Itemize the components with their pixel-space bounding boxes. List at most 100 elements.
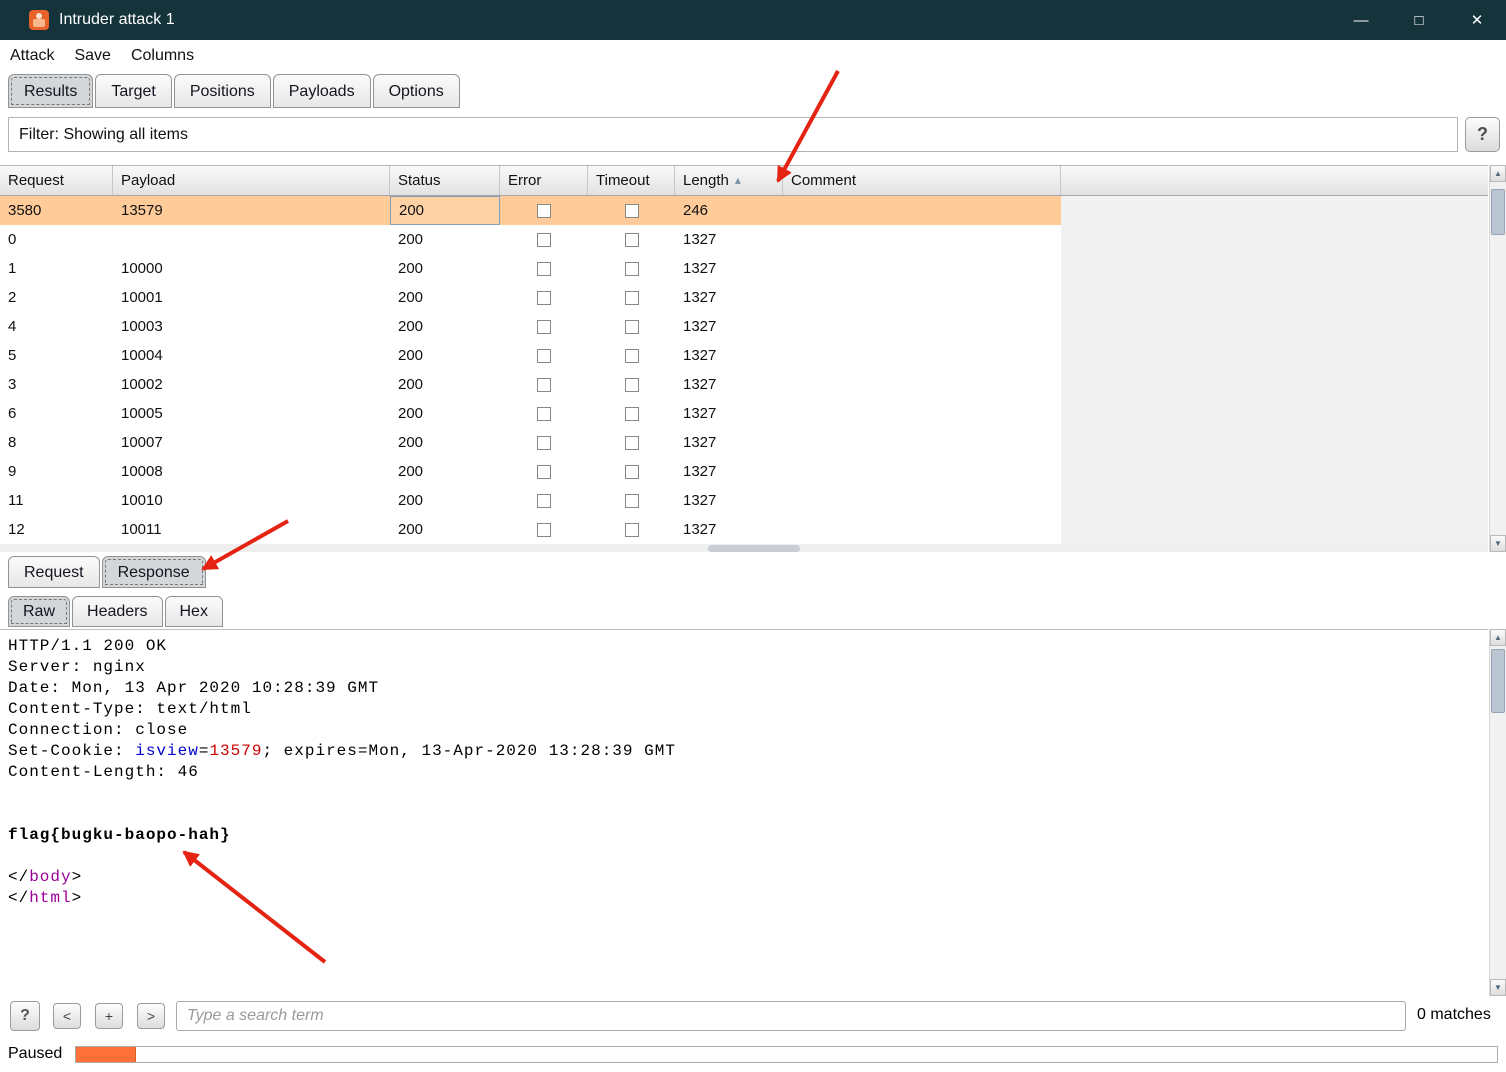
scroll-down-icon[interactable]: ▼ [1490,979,1506,996]
cell-comment [783,254,1061,283]
error-checkbox[interactable] [537,203,551,218]
menu-save[interactable]: Save [64,40,120,72]
split-divider-grip[interactable] [708,545,800,552]
cell-timeout [588,283,675,312]
tab-headers[interactable]: Headers [72,596,163,627]
error-checkbox[interactable] [537,261,551,276]
cell-status: 200 [398,289,424,306]
cell-request: 4 [8,318,17,335]
cell-status: 200 [398,318,424,335]
timeout-checkbox[interactable] [624,435,639,450]
scroll-down-icon[interactable]: ▼ [1490,535,1506,552]
cell-error [500,283,588,312]
timeout-checkbox[interactable] [624,464,639,479]
response-line: Set-Cookie: isview=13579; expires=Mon, 1… [8,742,676,760]
result-row[interactable]: 4 10003 200 1327 [0,312,1061,341]
scroll-up-icon[interactable]: ▲ [1490,629,1506,646]
result-row[interactable]: 8 10007 200 1327 [0,428,1061,457]
maximize-button[interactable]: □ [1390,0,1448,40]
cell-length: 1327 [683,347,717,364]
error-checkbox[interactable] [537,348,551,363]
cell-request: 2 [8,289,17,306]
result-row[interactable]: 1 10000 200 1327 [0,254,1061,283]
result-row[interactable]: 3580 13579 200 246 [0,196,1061,225]
response-body[interactable]: HTTP/1.1 200 OK Server: nginx Date: Mon, 1… [0,629,1488,996]
minimize-button[interactable]: — [1332,0,1390,40]
timeout-checkbox[interactable] [624,232,639,247]
error-checkbox[interactable] [537,435,551,450]
response-scrollbar[interactable]: ▲ ▼ [1489,629,1506,996]
error-checkbox[interactable] [537,290,551,305]
timeout-checkbox[interactable] [624,522,639,537]
table-scrollbar-thumb[interactable] [1491,189,1505,235]
result-row[interactable]: 6 10005 200 1327 [0,399,1061,428]
tab-request[interactable]: Request [8,556,100,588]
result-row[interactable]: 3 10002 200 1327 [0,370,1061,399]
result-row[interactable]: 0 200 1327 [0,225,1061,254]
tab-options[interactable]: Options [372,74,460,108]
timeout-checkbox[interactable] [624,261,639,276]
cell-request: 3 [8,376,17,393]
cell-timeout [588,399,675,428]
search-previous-button[interactable]: < [53,1003,81,1029]
error-checkbox[interactable] [537,319,551,334]
result-row[interactable]: 11 10010 200 1327 [0,486,1061,515]
search-add-button[interactable]: + [95,1003,123,1029]
close-button[interactable]: ✕ [1448,0,1506,40]
scroll-up-icon[interactable]: ▲ [1490,165,1506,182]
column-header-status[interactable]: Status [390,166,500,195]
response-scrollbar-thumb[interactable] [1491,649,1505,713]
column-header-request[interactable]: Request [0,166,113,195]
timeout-checkbox[interactable] [624,203,639,218]
cell-status: 200 [398,376,424,393]
column-header-timeout[interactable]: Timeout [588,166,675,195]
filter-bar[interactable]: Filter: Showing all items [8,117,1458,152]
timeout-checkbox[interactable] [624,377,639,392]
cell-length: 1327 [683,521,717,538]
column-header-error[interactable]: Error [500,166,588,195]
tab-hex[interactable]: Hex [164,596,223,627]
cell-comment [783,486,1061,515]
column-header-comment[interactable]: Comment [783,166,1061,195]
menu-attack[interactable]: Attack [0,40,64,72]
cell-payload [113,225,390,254]
results-table-body: 3580 13579 200 246 0 200 1327 1 10000 200 1327 2 100… [0,196,1061,544]
timeout-checkbox[interactable] [624,406,639,421]
tab-results[interactable]: Results [8,74,94,108]
cell-payload: 13579 [121,202,163,219]
tab-payloads[interactable]: Payloads [272,74,371,108]
result-row[interactable]: 5 10004 200 1327 [0,341,1061,370]
tab-positions[interactable]: Positions [173,74,271,108]
result-row[interactable]: 2 10001 200 1327 [0,283,1061,312]
tab-target[interactable]: Target [95,74,172,108]
cell-error [500,486,588,515]
column-header-length[interactable]: Length ▴ [675,166,783,195]
menu-columns[interactable]: Columns [121,40,204,72]
tab-raw[interactable]: Raw [8,596,71,627]
search-next-button[interactable]: > [137,1003,165,1029]
error-checkbox[interactable] [537,493,551,508]
error-checkbox[interactable] [537,232,551,247]
result-row[interactable]: 12 10011 200 1327 [0,515,1061,544]
timeout-checkbox[interactable] [624,319,639,334]
result-row[interactable]: 9 10008 200 1327 [0,457,1061,486]
cell-length: 1327 [683,492,717,509]
search-input[interactable] [176,1001,1406,1031]
table-scrollbar[interactable]: ▲ ▼ [1489,165,1506,552]
search-help-button[interactable]: ? [10,1001,40,1031]
error-checkbox[interactable] [537,464,551,479]
error-checkbox[interactable] [537,522,551,537]
response-line [8,846,1488,867]
search-matches-count: 0 matches [1417,1006,1491,1023]
column-header-payload[interactable]: Payload [113,166,390,195]
cell-payload: 10007 [121,434,163,451]
error-checkbox[interactable] [537,406,551,421]
cell-payload: 10005 [121,405,163,422]
filter-help-button[interactable]: ? [1465,117,1500,152]
timeout-checkbox[interactable] [624,348,639,363]
timeout-checkbox[interactable] [624,290,639,305]
error-checkbox[interactable] [537,377,551,392]
response-line: Date: Mon, 13 Apr 2020 10:28:39 GMT [8,679,380,697]
tab-response[interactable]: Response [101,556,206,588]
timeout-checkbox[interactable] [624,493,639,508]
